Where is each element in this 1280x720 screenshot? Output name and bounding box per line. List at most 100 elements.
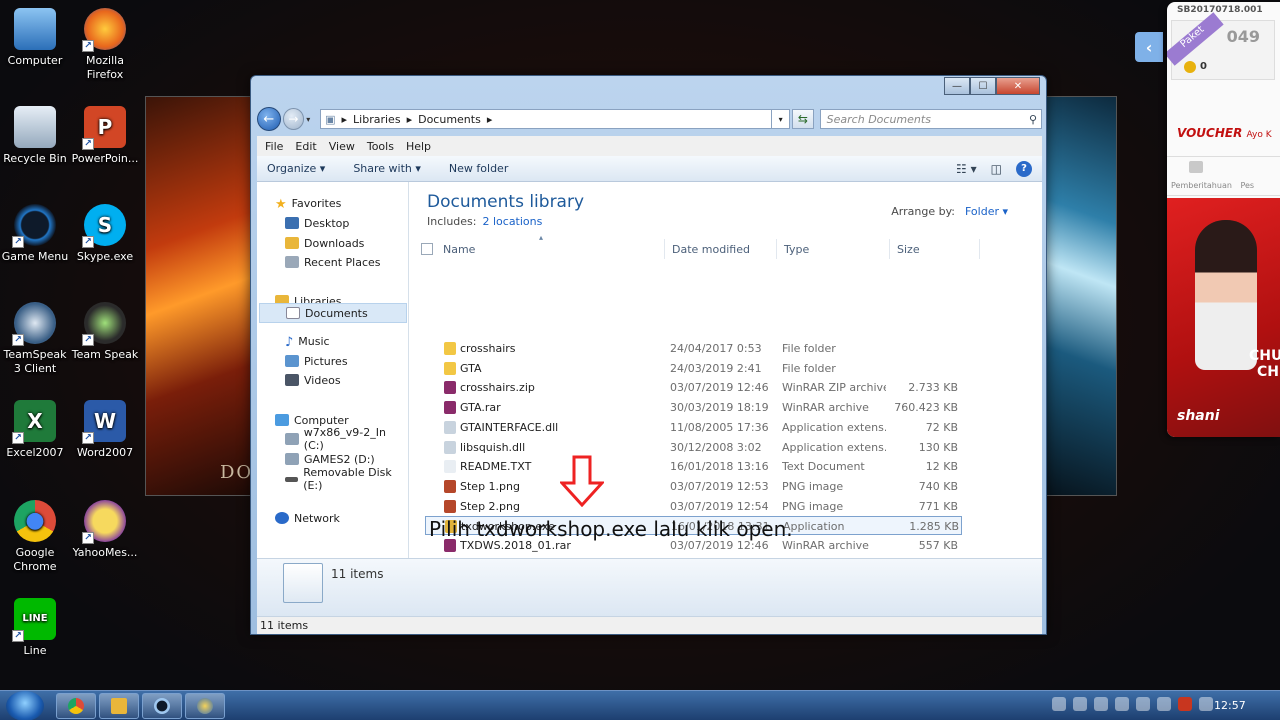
file-date: 03/07/2019 12:54 (670, 499, 769, 513)
tray-icon[interactable] (1199, 697, 1213, 711)
tray-icon[interactable] (1178, 697, 1192, 711)
view-options-icon[interactable]: ☷ ▾ (956, 162, 977, 176)
column-header-type[interactable]: Type (777, 239, 890, 259)
menu-tools[interactable]: Tools (361, 140, 400, 153)
folder-icon (444, 361, 456, 375)
select-all-checkbox[interactable] (421, 243, 433, 255)
share-with-button[interactable]: Share with ▾ (353, 162, 421, 175)
file-row[interactable]: GTA 24/03/2019 2:41 File folder (425, 359, 962, 378)
file-row[interactable]: GTAINTERFACE.dll 11/08/2005 17:36 Applicat… (425, 418, 962, 437)
help-icon[interactable]: ? (1016, 160, 1032, 177)
start-button[interactable] (6, 691, 44, 720)
tray-icon[interactable] (1157, 697, 1171, 711)
desktop-icon-skype[interactable]: S ↗ Skype.exe (70, 204, 140, 264)
file-row[interactable]: Step 2.png 03/07/2019 12:54 PNG image 771 K… (425, 497, 962, 516)
file-size: 1.285 KB (909, 520, 959, 534)
nav-documents[interactable]: Documents (259, 303, 407, 323)
ad-brand[interactable]: VOUCHER Ayo K (1177, 126, 1272, 140)
column-header-name[interactable]: Name ▴ (435, 233, 665, 259)
column-header-size[interactable]: Size (890, 239, 980, 259)
app-icon (197, 698, 213, 714)
desktop-icon-teamspeak3[interactable]: ↗ TeamSpeak 3 Client (0, 302, 70, 376)
address-bar[interactable]: ▣ ▸ Libraries ▸ Documents ▸ (320, 109, 773, 129)
forward-button[interactable]: → (282, 108, 305, 130)
file-size: 130 KB (918, 440, 958, 454)
refresh-button[interactable]: ⇆ (792, 109, 814, 129)
tray-icon[interactable] (1052, 697, 1066, 711)
nav-desktop[interactable]: Desktop (285, 214, 349, 232)
file-row[interactable]: README.TXT 16/01/2018 13:16 Text Document 1… (425, 457, 962, 476)
desktop-icon-yahoo-messenger[interactable]: ↗ YahooMes... (70, 500, 140, 560)
new-folder-button[interactable]: New folder (449, 162, 508, 175)
desktop-icon-word[interactable]: W ↗ Word2007 (70, 400, 140, 460)
maximize-button[interactable]: ☐ (970, 77, 996, 95)
back-button[interactable]: ← (257, 107, 281, 131)
menu-edit[interactable]: Edit (289, 140, 322, 153)
desktop-icon-line[interactable]: LINE ↗ Line (0, 598, 70, 658)
desktop-icon-team-speak[interactable]: ↗ Team Speak (70, 302, 140, 362)
ad-notice[interactable]: Pemberitahuan Pes (1171, 181, 1254, 190)
close-button[interactable]: ✕ (996, 77, 1040, 95)
taskbar-chrome[interactable] (56, 693, 96, 719)
content-area: ★ Favorites Desktop Downloads Recent Plac… (257, 182, 1042, 558)
recycle-bin-icon (14, 106, 56, 148)
menu-view[interactable]: View (323, 140, 361, 153)
file-size: 2.733 KB (908, 381, 958, 395)
file-row[interactable]: crosshairs.zip 03/07/2019 12:46 WinRAR ZIP… (425, 378, 962, 397)
nav-pictures[interactable]: Pictures (285, 352, 348, 370)
nav-downloads[interactable]: Downloads (285, 234, 364, 252)
desktop-icon-recycle-bin[interactable]: Recycle Bin (0, 106, 70, 166)
ad-code: SB20170718.001 (1177, 5, 1263, 15)
taskbar-app[interactable] (185, 693, 225, 719)
file-row[interactable]: crosshairs 24/04/2017 0:53 File folder (425, 339, 962, 358)
taskbar-game-menu[interactable] (142, 693, 182, 719)
file-size: 557 KB (918, 539, 958, 552)
ad-ribbon: Paket (1167, 12, 1224, 66)
taskbar-clock[interactable]: 12:57 (1214, 699, 1246, 712)
yahoo-messenger-icon: ↗ (82, 500, 126, 544)
nav-network[interactable]: Network (275, 509, 340, 527)
locations-link[interactable]: 2 locations (482, 215, 542, 228)
navigation-pane: ★ Favorites Desktop Downloads Recent Plac… (257, 182, 409, 558)
nav-drive-e[interactable]: Removable Disk (E:) (285, 466, 408, 492)
desktop-icon-chrome[interactable]: ● Google Chrome (0, 500, 70, 574)
nav-drive-c[interactable]: w7x86_v9-2_In (C:) (285, 426, 408, 452)
tray-icon[interactable] (1115, 697, 1129, 711)
preview-pane-icon[interactable]: ◫ (991, 162, 1002, 176)
taskbar-explorer[interactable] (99, 693, 139, 719)
file-row[interactable]: GTA.rar 30/03/2019 18:19 WinRAR archive 760… (425, 398, 962, 417)
ad-banner[interactable]: CHU CH shani (1167, 198, 1280, 437)
desktop-icon-computer[interactable]: Computer (0, 8, 70, 68)
ad-collapse-button[interactable]: ‹ (1135, 32, 1163, 62)
file-row[interactable]: Step 1.png 03/07/2019 12:53 PNG image 740 K… (425, 477, 962, 496)
breadcrumb-libraries[interactable]: Libraries (353, 113, 401, 126)
tray-icon[interactable] (1073, 697, 1087, 711)
file-row[interactable]: libsquish.dll 30/12/2008 3:02 Application … (425, 438, 962, 457)
nav-recent-places[interactable]: Recent Places (285, 253, 381, 271)
search-input[interactable]: Search Documents ⚲ (819, 109, 1042, 129)
arrange-by-dropdown[interactable]: Folder ▾ (965, 205, 1008, 218)
folder-icon (111, 698, 127, 714)
desktop-icon-firefox[interactable]: ↗ Mozilla Firefox (70, 8, 140, 82)
desktop-icon-game-menu[interactable]: ↗ Game Menu (0, 204, 70, 264)
recent-pages-dropdown[interactable]: ▾ (306, 115, 316, 124)
minimize-button[interactable]: — (944, 77, 970, 95)
organize-button[interactable]: Organize ▾ (267, 162, 325, 175)
volume-icon[interactable] (1136, 697, 1150, 711)
file-date: 03/07/2019 12:53 (670, 479, 769, 493)
menu-help[interactable]: Help (400, 140, 437, 153)
column-header-date[interactable]: Date modified (665, 239, 777, 259)
desktop-icon-excel[interactable]: X ↗ Excel2007 (0, 400, 70, 460)
address-dropdown[interactable]: ▾ (772, 109, 791, 129)
desktop-icon-powerpoint[interactable]: P ↗ PowerPoin... (70, 106, 140, 166)
breadcrumb-separator-icon: ▸ (341, 112, 348, 126)
recent-places-icon (285, 256, 299, 268)
nav-videos[interactable]: Videos (285, 371, 341, 389)
nav-favorites[interactable]: ★ Favorites (275, 194, 341, 213)
status-item-count: 11 items (260, 619, 309, 632)
menu-file[interactable]: File (259, 140, 289, 153)
file-name: crosshairs.zip (460, 381, 535, 395)
nav-music[interactable]: ♪ Music (285, 332, 330, 351)
tray-icon[interactable] (1094, 697, 1108, 711)
breadcrumb-documents[interactable]: Documents (418, 113, 481, 126)
